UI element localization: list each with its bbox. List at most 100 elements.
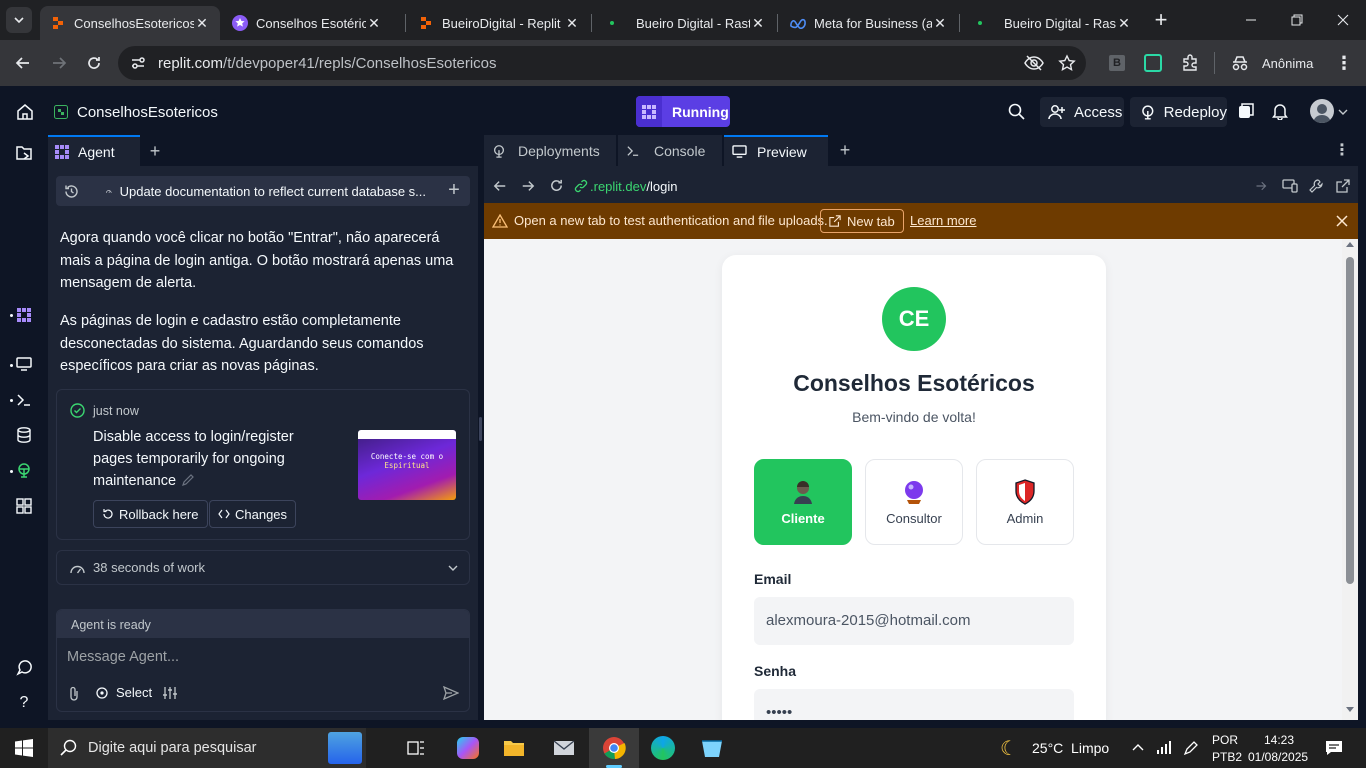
pen-icon[interactable]: [1183, 740, 1199, 756]
role-admin-button[interactable]: Admin: [976, 459, 1074, 545]
browser-tab[interactable]: BueiroDigital - Replit ✕: [408, 6, 590, 40]
agent-icon[interactable]: [15, 306, 33, 324]
file-explorer-icon[interactable]: [503, 739, 525, 757]
browser-tab-active[interactable]: ConselhosEsotericos - ✕: [40, 6, 220, 40]
arrow-right-icon[interactable]: [521, 179, 535, 193]
browser-menu-button[interactable]: ⋮: [1334, 50, 1354, 76]
browser-tab[interactable]: Bueiro Digital - Rastre ✕: [962, 6, 1142, 40]
new-tab-button[interactable]: New tab: [820, 209, 904, 233]
close-icon[interactable]: ✕: [564, 15, 580, 32]
tab-search-button[interactable]: [6, 7, 32, 33]
bookmark-star-icon[interactable]: [1058, 54, 1076, 72]
database-icon[interactable]: [15, 426, 33, 444]
close-icon[interactable]: ✕: [750, 15, 766, 32]
history-icon[interactable]: [62, 182, 80, 200]
weather-moon-icon[interactable]: ☾: [1000, 736, 1018, 761]
tab-deployments[interactable]: Deployments: [484, 135, 616, 166]
reload-icon[interactable]: [549, 178, 564, 193]
agent-tab[interactable]: Agent: [48, 135, 140, 166]
password-field[interactable]: •••••: [754, 689, 1074, 720]
forward-button[interactable]: [44, 48, 74, 78]
extensions-puzzle-icon[interactable]: [1180, 53, 1200, 73]
network-icon[interactable]: [1156, 741, 1172, 755]
back-button[interactable]: [8, 48, 38, 78]
tab-console[interactable]: Console: [618, 135, 722, 166]
user-avatar[interactable]: [1310, 99, 1334, 123]
sliders-icon[interactable]: [162, 686, 178, 700]
rollback-button[interactable]: Rollback here: [93, 500, 208, 528]
external-link-icon[interactable]: [1336, 179, 1350, 193]
windows-start-icon[interactable]: [15, 739, 33, 757]
tab-preview[interactable]: Preview: [724, 135, 828, 166]
access-button[interactable]: Access: [1040, 97, 1124, 127]
clock-time[interactable]: 14:23: [1264, 733, 1294, 747]
checkpoint-thumbnail[interactable]: Conecte-se com o Espiritual: [358, 430, 456, 500]
input-language[interactable]: POR: [1212, 733, 1238, 747]
pencil-icon[interactable]: [181, 473, 195, 487]
multiplayer-icon[interactable]: [1236, 101, 1256, 121]
copilot-icon[interactable]: [457, 737, 479, 759]
changes-button[interactable]: Changes: [209, 500, 297, 528]
browser-tab[interactable]: Conselhos Esotéricos ✕: [222, 6, 392, 40]
thread-title[interactable]: Update documentation to reflect current …: [106, 182, 426, 200]
scrollbar-thumb[interactable]: [1346, 257, 1354, 584]
close-icon[interactable]: ✕: [194, 15, 210, 32]
help-icon[interactable]: ?: [15, 694, 33, 712]
taskbar-search[interactable]: Digite aqui para pesquisar: [48, 728, 366, 768]
deployments-icon[interactable]: [15, 461, 33, 479]
eye-off-icon[interactable]: [1024, 55, 1044, 71]
vertical-scrollbar[interactable]: [1342, 239, 1358, 720]
learn-more-link[interactable]: Learn more: [910, 213, 976, 228]
mail-icon[interactable]: [553, 739, 575, 757]
edge-icon[interactable]: [651, 736, 675, 760]
search-icon[interactable]: [1005, 100, 1027, 122]
close-icon[interactable]: [1336, 215, 1348, 227]
app-icon[interactable]: [699, 737, 725, 759]
browser-tab[interactable]: Meta for Business (an ✕: [780, 6, 958, 40]
minimize-button[interactable]: [1228, 0, 1274, 40]
site-info-icon[interactable]: [130, 55, 146, 71]
window-close-button[interactable]: [1320, 0, 1366, 40]
role-consultor-button[interactable]: Consultor: [865, 459, 963, 545]
restore-button[interactable]: [1274, 0, 1320, 40]
clock-date[interactable]: 01/08/2025: [1248, 750, 1308, 764]
message-input[interactable]: Message Agent...: [57, 638, 469, 678]
all-tools-grid-icon[interactable]: [15, 497, 33, 515]
redeploy-button[interactable]: Redeploy: [1130, 97, 1227, 127]
new-tab-button[interactable]: +: [1148, 6, 1174, 34]
wrench-icon[interactable]: [1309, 179, 1323, 193]
feedback-icon[interactable]: [15, 659, 33, 677]
role-cliente-button[interactable]: Cliente: [754, 459, 852, 545]
go-arrow-icon[interactable]: [1255, 180, 1267, 192]
new-tab-plus-icon[interactable]: +: [146, 141, 164, 161]
preview-monitor-icon[interactable]: [15, 355, 33, 373]
preview-url-field[interactable]: .replit.dev/login: [574, 174, 1284, 198]
address-bar[interactable]: replit.com/t/devpoper41/repls/ConselhosE…: [118, 46, 1086, 80]
devices-icon[interactable]: [1282, 179, 1298, 193]
extension-green-icon[interactable]: [1144, 54, 1162, 72]
extension-b[interactable]: B: [1109, 55, 1125, 71]
notifications-bell-icon[interactable]: [1270, 101, 1290, 121]
task-view-icon[interactable]: [407, 739, 425, 757]
file-tree-icon[interactable]: [14, 143, 34, 163]
reload-button[interactable]: [79, 48, 109, 78]
arrow-left-icon[interactable]: [493, 179, 507, 193]
new-thread-plus-icon[interactable]: +: [444, 179, 464, 201]
browser-tab[interactable]: Bueiro Digital - Rastre ✕: [594, 6, 776, 40]
send-icon[interactable]: [443, 686, 459, 700]
search-highlight-icon[interactable]: [328, 732, 362, 764]
close-icon[interactable]: ✕: [366, 15, 382, 32]
attach-paperclip-icon[interactable]: [68, 686, 80, 701]
pane-resize-handle[interactable]: [479, 417, 482, 441]
run-status-button[interactable]: Running: [636, 96, 730, 127]
home-icon[interactable]: [14, 101, 36, 123]
project-title[interactable]: ConselhosEsotericos: [54, 101, 218, 123]
email-field[interactable]: alexmoura-2015@hotmail.com: [754, 597, 1074, 645]
weather-text[interactable]: 25°C Limpo: [1032, 740, 1109, 756]
console-icon[interactable]: [15, 391, 33, 409]
work-summary-row[interactable]: 38 seconds of work: [56, 550, 470, 585]
close-icon[interactable]: ✕: [1116, 15, 1132, 32]
new-pane-tab-plus-icon[interactable]: +: [836, 140, 854, 160]
notifications-icon[interactable]: [1325, 740, 1343, 756]
pane-menu-icon[interactable]: ⋮: [1334, 141, 1350, 159]
